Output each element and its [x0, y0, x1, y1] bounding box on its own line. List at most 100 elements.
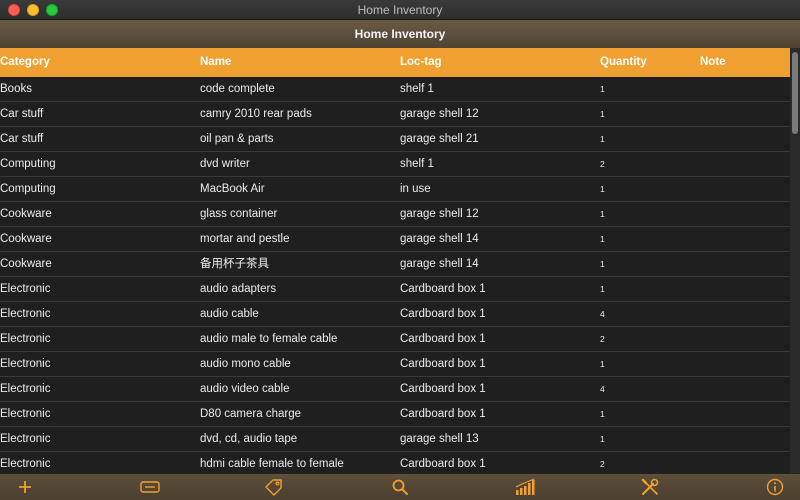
column-header-category[interactable]: Category [0, 48, 50, 77]
cell-quantity: 1 [600, 84, 605, 94]
cell-name: audio cable [200, 308, 259, 320]
app-title: Home Inventory [354, 27, 446, 41]
cell-quantity: 4 [600, 384, 605, 394]
table-row[interactable]: Electronic audio video cable Cardboard b… [0, 377, 790, 402]
scrollbar-thumb[interactable] [792, 52, 798, 134]
cell-category: Electronic [0, 383, 51, 395]
table-row[interactable]: Electronic audio adapters Cardboard box … [0, 277, 790, 302]
table-row[interactable]: Cookware 备用杯子茶具 garage shell 14 1 [0, 252, 790, 277]
cell-loctag: Cardboard box 1 [400, 408, 486, 420]
cell-category: Electronic [0, 358, 51, 370]
table-row[interactable]: Electronic dvd, cd, audio tape garage sh… [0, 427, 790, 452]
cell-name: audio adapters [200, 283, 277, 295]
column-header-note[interactable]: Note [700, 48, 726, 77]
window-titlebar: Home Inventory [0, 0, 800, 20]
cell-category: Books [0, 83, 32, 95]
cell-loctag: garage shell 12 [400, 108, 479, 120]
table-row[interactable]: Electronic hdmi cable female to female C… [0, 452, 790, 473]
info-icon [766, 478, 784, 496]
table-row[interactable]: Books code complete shelf 1 1 [0, 77, 790, 102]
cell-category: Computing [0, 183, 56, 195]
vertical-scrollbar[interactable] [790, 48, 800, 473]
cell-quantity: 1 [600, 259, 605, 269]
table-row[interactable]: Car stuff camry 2010 rear pads garage sh… [0, 102, 790, 127]
cell-loctag: Cardboard box 1 [400, 283, 486, 295]
table-header: Category Name Loc-tag Quantity Note [0, 48, 790, 77]
cell-name: dvd writer [200, 158, 250, 170]
cell-loctag: shelf 1 [400, 158, 434, 170]
cell-name: audio mono cable [200, 358, 291, 370]
cell-loctag: garage shell 14 [400, 258, 479, 270]
window-title: Home Inventory [357, 2, 443, 17]
close-window-button[interactable] [8, 4, 20, 16]
table-row[interactable]: Electronic D80 camera charge Cardboard b… [0, 402, 790, 427]
table-row[interactable]: Electronic audio cable Cardboard box 1 4 [0, 302, 790, 327]
chart-icon [515, 478, 535, 495]
cell-category: Cookware [0, 258, 52, 270]
cell-quantity: 1 [600, 284, 605, 294]
column-header-quantity[interactable]: Quantity [600, 48, 647, 77]
bottom-toolbar [0, 473, 800, 500]
cell-loctag: Cardboard box 1 [400, 383, 486, 395]
cell-quantity: 1 [600, 409, 605, 419]
maximize-window-button[interactable] [46, 4, 58, 16]
cell-name: 备用杯子茶具 [200, 258, 269, 270]
table-row[interactable]: Computing dvd writer shelf 1 2 [0, 152, 790, 177]
table-row[interactable]: Car stuff oil pan & parts garage shell 2… [0, 127, 790, 152]
cell-category: Car stuff [0, 133, 44, 145]
cell-loctag: Cardboard box 1 [400, 458, 486, 470]
cell-quantity: 1 [600, 359, 605, 369]
cell-name: audio male to female cable [200, 333, 338, 345]
search-icon [392, 479, 408, 495]
cell-name: camry 2010 rear pads [200, 108, 312, 120]
add-item-button[interactable] [13, 476, 37, 498]
cell-name: oil pan & parts [200, 133, 274, 145]
info-button[interactable] [763, 476, 787, 498]
cell-name: MacBook Air [200, 183, 265, 195]
table-row[interactable]: Cookware mortar and pestle garage shell … [0, 227, 790, 252]
cell-name: D80 camera charge [200, 408, 301, 420]
inventory-table: Books code complete shelf 1 1 Car stuff … [0, 77, 790, 473]
table-row[interactable]: Computing MacBook Air in use 1 [0, 177, 790, 202]
cell-category: Electronic [0, 308, 51, 320]
cell-category: Electronic [0, 408, 51, 420]
settings-tools-button[interactable] [638, 476, 662, 498]
cell-quantity: 1 [600, 434, 605, 444]
tools-icon [641, 478, 659, 496]
cell-name: code complete [200, 83, 275, 95]
cell-loctag: in use [400, 183, 431, 195]
tags-button[interactable] [262, 476, 286, 498]
column-header-name[interactable]: Name [200, 48, 231, 77]
cell-quantity: 1 [600, 134, 605, 144]
table-row[interactable]: Electronic audio mono cable Cardboard bo… [0, 352, 790, 377]
cell-loctag: Cardboard box 1 [400, 308, 486, 320]
table-row[interactable]: Electronic audio male to female cable Ca… [0, 327, 790, 352]
cell-quantity: 2 [600, 459, 605, 469]
cell-category: Electronic [0, 333, 51, 345]
minimize-window-button[interactable] [27, 4, 39, 16]
cell-name: glass container [200, 208, 278, 220]
app-header: Home Inventory [0, 20, 800, 48]
cell-quantity: 2 [600, 159, 605, 169]
cell-quantity: 4 [600, 309, 605, 319]
cell-quantity: 1 [600, 109, 605, 119]
cell-category: Electronic [0, 283, 51, 295]
cell-category: Cookware [0, 233, 52, 245]
cell-category: Car stuff [0, 108, 44, 120]
cell-category: Cookware [0, 208, 52, 220]
cell-loctag: Cardboard box 1 [400, 333, 486, 345]
cell-name: hdmi cable female to female [200, 458, 344, 470]
column-header-loctag[interactable]: Loc-tag [400, 48, 442, 77]
search-button[interactable] [388, 476, 412, 498]
list-view-button[interactable] [138, 476, 162, 498]
cell-name: mortar and pestle [200, 233, 290, 245]
cell-loctag: garage shell 21 [400, 133, 479, 145]
cell-loctag: garage shell 13 [400, 433, 479, 445]
cell-quantity: 1 [600, 184, 605, 194]
cell-quantity: 1 [600, 234, 605, 244]
statistics-button[interactable] [513, 476, 537, 498]
cell-category: Electronic [0, 433, 51, 445]
tag-icon [265, 479, 282, 496]
table-row[interactable]: Cookware glass container garage shell 12… [0, 202, 790, 227]
cell-quantity: 2 [600, 334, 605, 344]
